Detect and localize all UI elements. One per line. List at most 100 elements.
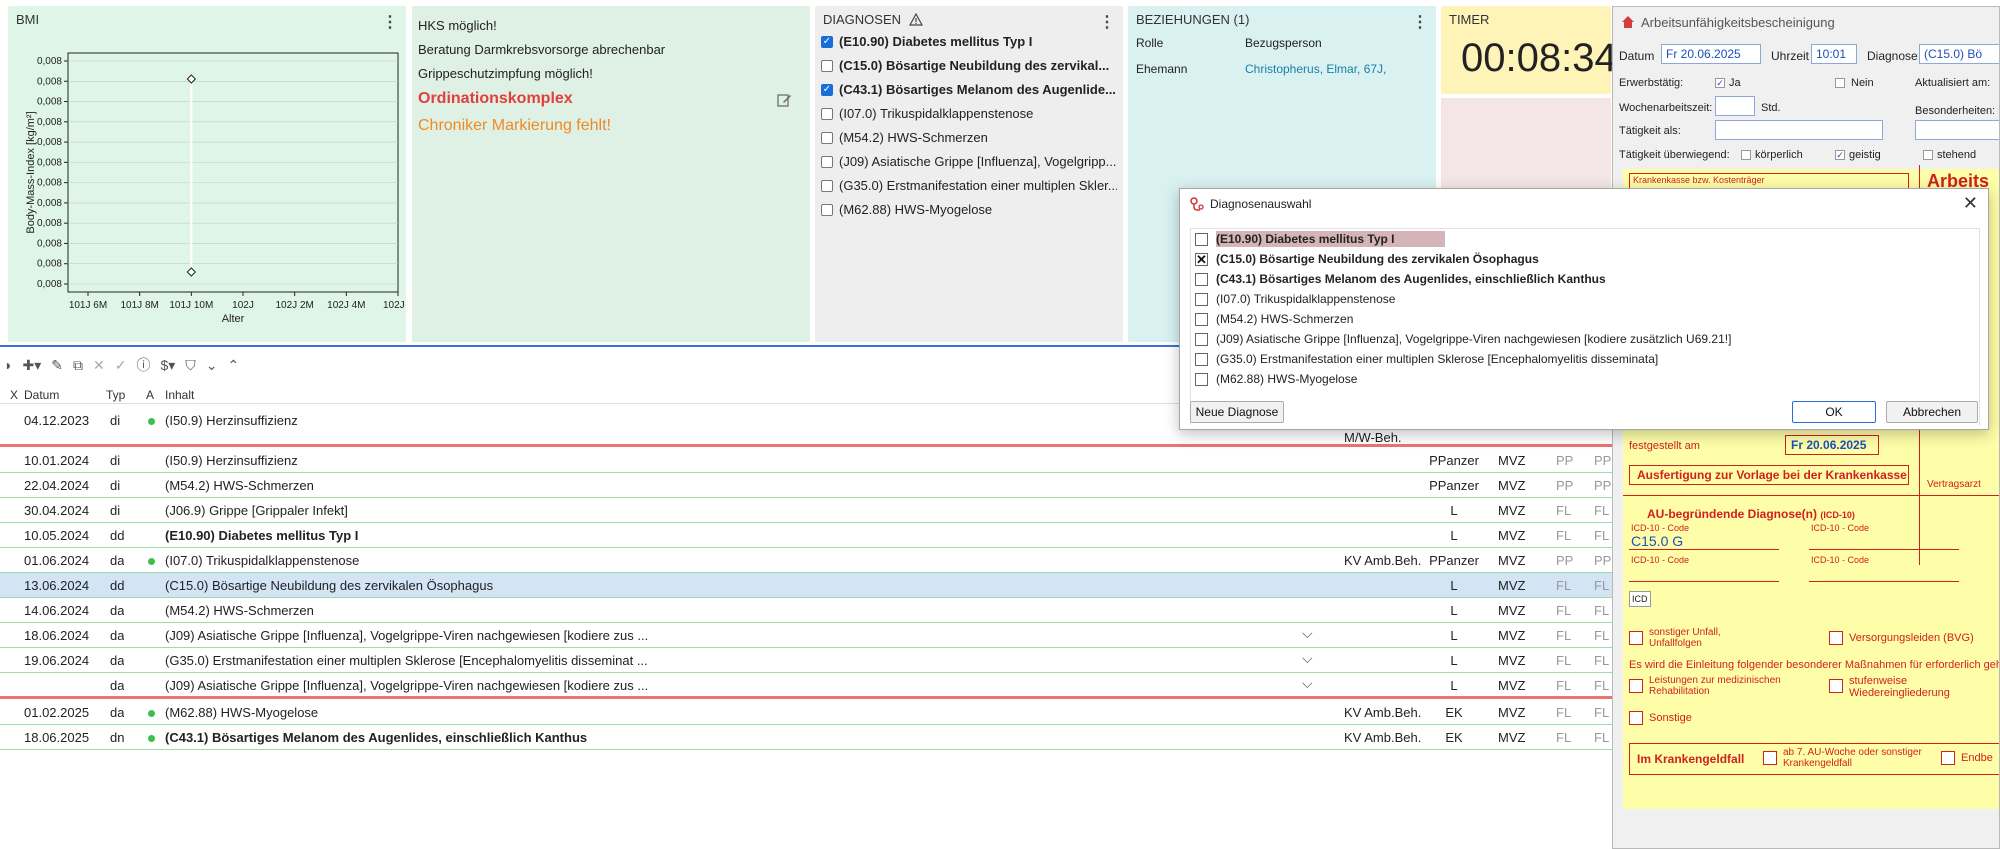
diagnose-checkbox[interactable]: [821, 59, 833, 72]
diagnose-item[interactable]: (M62.88) HWS-Myogelose: [821, 202, 1117, 217]
table-row[interactable]: 01.02.2025 da (M62.88) HWS-Myogelose KV Amb…: [0, 700, 1612, 725]
table-row[interactable]: 22.04.2024 di (M54.2) HWS-Schmerzen PPanzer…: [0, 473, 1612, 498]
au-wochen-input[interactable]: [1715, 96, 1755, 116]
table-row[interactable]: 13.06.2024 dd (C15.0) Bösartige Neubildung…: [0, 573, 1612, 598]
sonstige-checkbox[interactable]: [1629, 711, 1643, 725]
diagnose-item[interactable]: (G35.0) Erstmanifestation einer multiple…: [821, 178, 1117, 193]
diagnose-item[interactable]: (C15.0) Bösartige Neubildung des zervika…: [821, 58, 1117, 73]
check-icon[interactable]: ✓: [115, 357, 127, 374]
expand-chevron-icon[interactable]: ⌵: [1302, 650, 1313, 667]
warning-icon: [908, 12, 923, 26]
diagnose-checkbox[interactable]: ✓: [821, 35, 833, 48]
au-datum-input[interactable]: Fr 20.06.2025: [1661, 44, 1761, 64]
chevron-down-icon[interactable]: ⌄: [206, 357, 218, 374]
x-tick-label: 101J 6M: [69, 300, 107, 311]
table-row[interactable]: 10.01.2024 di (I50.9) Herzinsuffizienz PPan…: [0, 448, 1612, 473]
au-geistig-label: geistig: [1849, 149, 1881, 161]
reha-checkbox[interactable]: [1629, 679, 1643, 693]
money-icon[interactable]: $▾: [160, 357, 175, 374]
au-diagnose-input[interactable]: (C15.0) Bö: [1919, 44, 1999, 64]
dialog-checkbox[interactable]: [1195, 352, 1208, 366]
table-row[interactable]: 19.06.2024 da (G35.0) Erstmanifestation ei…: [0, 648, 1612, 673]
add-icon[interactable]: ✚▾: [22, 357, 41, 374]
expand-chevron-icon[interactable]: ⌵: [1302, 625, 1313, 642]
ok-button[interactable]: OK: [1792, 401, 1876, 423]
diagnose-item[interactable]: (I07.0) Trikuspidalklappenstenose: [821, 106, 1117, 121]
col-a[interactable]: A: [146, 388, 154, 402]
dialog-diagnose-item[interactable]: (C43.1) Bösartiges Melanom des Augenlide…: [1195, 269, 1606, 289]
diagnose-checkbox[interactable]: [821, 179, 833, 192]
au-stehend-checkbox[interactable]: [1923, 150, 1933, 160]
row-user: L: [1450, 503, 1458, 518]
versorgung-checkbox[interactable]: [1829, 631, 1843, 645]
diagnose-checkbox[interactable]: [821, 107, 833, 120]
dialog-close-icon[interactable]: ✕: [1963, 193, 1978, 214]
woche7-checkbox[interactable]: [1763, 751, 1777, 765]
dialog-diagnose-item[interactable]: (I07.0) Trikuspidalklappenstenose: [1195, 289, 1395, 309]
filter-icon[interactable]: ⛉: [185, 357, 196, 374]
col-x[interactable]: X: [10, 388, 18, 402]
au-geistig-checkbox[interactable]: ✓: [1835, 150, 1845, 160]
diagnose-checkbox[interactable]: ✓: [821, 83, 833, 96]
table-row[interactable]: 18.06.2024 da (J09) Asiatische Grippe [Inf…: [0, 623, 1612, 648]
dialog-checkbox[interactable]: [1195, 312, 1208, 326]
hint-ordinationskomplex[interactable]: Ordinationskomplex: [418, 90, 573, 108]
au-taetigkeit-input[interactable]: [1715, 120, 1883, 140]
chevron-up-icon[interactable]: ⌃: [228, 357, 240, 374]
hint-chroniker[interactable]: Chroniker Markierung fehlt!: [418, 117, 611, 135]
col-datum[interactable]: Datum: [24, 388, 59, 402]
icd-field[interactable]: ICD: [1629, 591, 1651, 607]
diagnose-item[interactable]: ✓ (E10.90) Diabetes mellitus Typ I: [821, 34, 1117, 49]
dialog-diagnose-item[interactable]: (E10.90) Diabetes mellitus Typ I: [1195, 229, 1445, 249]
dialog-diagnose-item[interactable]: (M62.88) HWS-Myogelose: [1195, 369, 1357, 389]
dialog-checkbox[interactable]: [1195, 232, 1208, 246]
table-row[interactable]: 01.06.2024 da (I07.0) Trikuspidalklappenst…: [0, 548, 1612, 573]
dialog-checkbox[interactable]: [1195, 292, 1208, 306]
dialog-checkbox[interactable]: [1195, 372, 1208, 386]
diagnose-checkbox[interactable]: [821, 131, 833, 144]
table-row[interactable]: da (J09) Asiatische Grippe [Influenza], V…: [0, 673, 1612, 698]
unfall-checkbox[interactable]: [1629, 631, 1643, 645]
neue-diagnose-button[interactable]: Neue Diagnose: [1190, 401, 1284, 423]
endbe-checkbox[interactable]: [1941, 751, 1955, 765]
abbrechen-button[interactable]: Abbrechen: [1886, 401, 1978, 423]
dialog-checkbox[interactable]: [1195, 332, 1208, 346]
diagnose-item[interactable]: (M54.2) HWS-Schmerzen: [821, 130, 1117, 145]
table-row[interactable]: 30.04.2024 di (J06.9) Grippe [Grippaler In…: [0, 498, 1612, 523]
expand-chevron-icon[interactable]: ⌵: [1302, 675, 1313, 692]
dialog-checkbox[interactable]: ✕: [1195, 252, 1208, 266]
edit-entry-icon[interactable]: ✎: [51, 357, 63, 374]
row-org: MVZ: [1498, 730, 1526, 745]
diagnose-item[interactable]: (J09) Asiatische Grippe [Influenza], Vog…: [821, 154, 1117, 169]
row-user: PPanzer: [1429, 478, 1479, 493]
dialog-diagnose-item[interactable]: (G35.0) Erstmanifestation einer multiple…: [1195, 349, 1658, 369]
dialog-checkbox[interactable]: [1195, 272, 1208, 286]
stufen-checkbox[interactable]: [1829, 679, 1843, 693]
table-row[interactable]: 10.05.2024 dd (E10.90) Diabetes mellitus T…: [0, 523, 1612, 548]
au-koerperlich-checkbox[interactable]: [1741, 150, 1751, 160]
delete-icon[interactable]: ✕: [93, 357, 105, 374]
table-row[interactable]: 14.06.2024 da (M54.2) HWS-Schmerzen L MVZ FL F…: [0, 598, 1612, 623]
edit-icon[interactable]: [776, 92, 792, 108]
table-row[interactable]: 18.06.2025 dn (C43.1) Bösartiges Melanom d…: [0, 725, 1612, 750]
beziehungen-menu-icon[interactable]: ⋮: [1412, 12, 1428, 32]
dialog-diagnose-item[interactable]: ✕ (C15.0) Bösartige Neubildung des zervik…: [1195, 249, 1539, 269]
diagnose-checkbox[interactable]: [821, 203, 833, 216]
einleitung-label: Es wird die Einleitung folgender besonde…: [1629, 659, 2000, 671]
info-icon[interactable]: ⓘ: [136, 355, 150, 375]
diagnose-checkbox[interactable]: [821, 155, 833, 168]
icd-value[interactable]: C15.0 G: [1631, 533, 1683, 549]
diagnose-item[interactable]: ✓ (C43.1) Bösartiges Melanom des Augenlid…: [821, 82, 1117, 97]
collapse-icon[interactable]: ◗: [4, 357, 12, 373]
diagnosen-menu-icon[interactable]: ⋮: [1099, 12, 1115, 32]
au-uhrzeit-input[interactable]: 10:01: [1811, 44, 1857, 64]
bezugsperson-link[interactable]: Christopherus, Elmar, 67J,: [1245, 62, 1386, 76]
col-inhalt[interactable]: Inhalt: [165, 388, 194, 402]
copy-icon[interactable]: ⧉: [73, 357, 83, 374]
au-besonderheiten-input[interactable]: [1915, 120, 1999, 140]
dialog-diagnose-item[interactable]: (J09) Asiatische Grippe [Influenza], Vog…: [1195, 329, 1731, 349]
au-nein-checkbox[interactable]: [1835, 78, 1845, 88]
col-typ[interactable]: Typ: [106, 388, 125, 402]
dialog-diagnose-item[interactable]: (M54.2) HWS-Schmerzen: [1195, 309, 1353, 329]
au-ja-checkbox[interactable]: ✓: [1715, 78, 1725, 88]
